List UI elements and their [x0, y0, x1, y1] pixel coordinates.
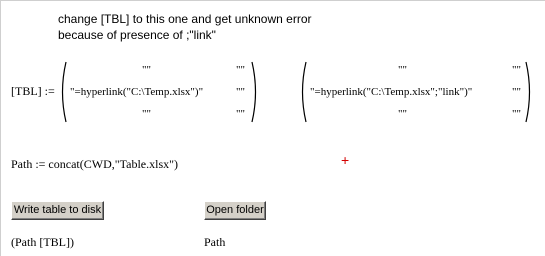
- matrix-2-cell: "": [398, 64, 407, 76]
- note-line-2: because of presence of ;"link": [58, 28, 216, 42]
- matrix-2-left-paren: [301, 61, 307, 123]
- write-button-output: (Path [TBL]): [11, 235, 74, 249]
- open-button-output: Path: [204, 235, 226, 249]
- write-table-button[interactable]: Write table to disk: [11, 201, 104, 220]
- matrix-1-cell: "": [236, 64, 245, 76]
- matrix-1-left-paren: [61, 61, 67, 123]
- matrix-2-right-paren: [525, 61, 531, 123]
- matrix-1-cell: "": [142, 108, 151, 120]
- matrix-1-cell: "": [142, 64, 151, 76]
- crosshair-cursor-icon: +: [341, 152, 350, 168]
- matrix-1-cell: "": [236, 108, 245, 120]
- path-assignment[interactable]: Path := concat(CWD,"Table.xlsx"): [11, 158, 178, 171]
- region-top-border: [0, 0, 545, 1]
- open-folder-button[interactable]: Open folder: [204, 201, 266, 220]
- tbl-assignment-label: [TBL] :=: [11, 84, 55, 98]
- region-left-border: [0, 0, 1, 256]
- note-line-1: change [TBL] to this one and get unknown…: [58, 12, 312, 26]
- matrix-1-cell: "": [236, 86, 245, 98]
- matrix-1-cell: "=hyperlink("C:\Temp.xlsx")": [70, 86, 204, 98]
- matrix-2-cell: "": [398, 108, 407, 120]
- matrix-2-cell: "": [512, 108, 521, 120]
- matrix-2-cell: "": [512, 64, 521, 76]
- matrix-2-cell: "=hyperlink("C:\Temp.xlsx";"link")": [310, 86, 473, 98]
- matrix-1-right-paren: [251, 61, 257, 123]
- matrix-2-cell: "": [512, 86, 521, 98]
